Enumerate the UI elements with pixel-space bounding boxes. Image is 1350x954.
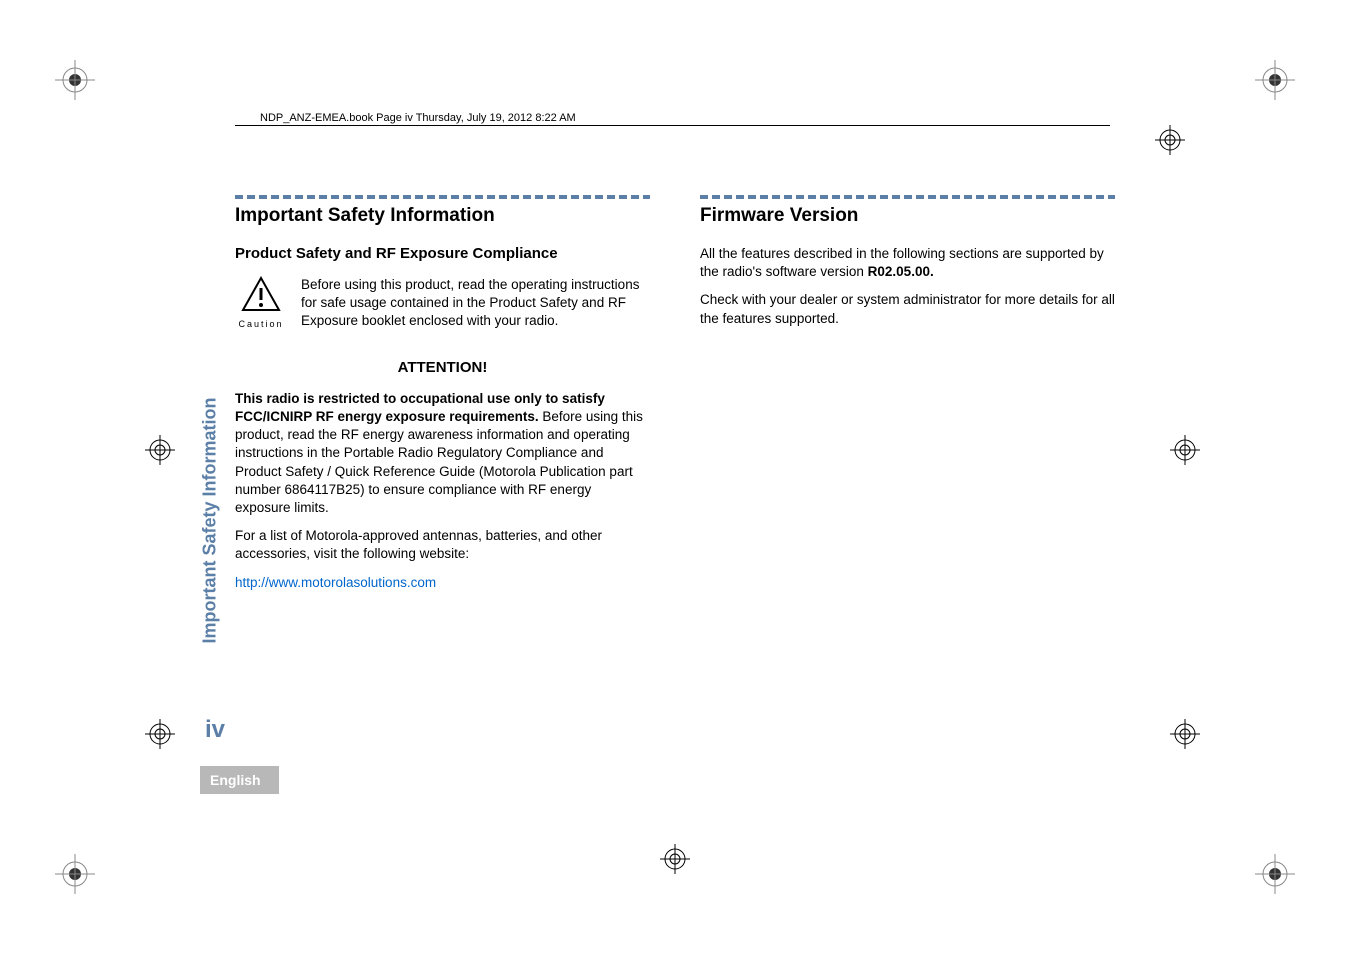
registration-mark-icon (1155, 125, 1185, 155)
accessories-text: For a list of Motorola-approved antennas… (235, 527, 650, 563)
caution-text: Before using this product, read the oper… (301, 276, 650, 331)
registration-mark-icon (660, 844, 690, 874)
firmware-para1: All the features described in the follow… (700, 245, 1115, 281)
attention-rest-text: Before using this product, read the RF e… (235, 409, 643, 515)
attention-heading: ATTENTION! (235, 359, 650, 376)
right-column: Firmware Version All the features descri… (700, 195, 1115, 592)
crop-mark-bottom-right (1255, 854, 1295, 894)
page-number: iv (205, 716, 225, 744)
caution-icon: Caution (235, 276, 287, 331)
content-area: Important Safety Information Product Saf… (235, 195, 1115, 592)
registration-mark-icon (1170, 719, 1200, 749)
crop-mark-bottom-left (55, 854, 95, 894)
motorola-link[interactable]: http://www.motorolasolutions.com (235, 574, 650, 592)
side-tab: Important Safety Information (195, 370, 225, 670)
caution-label: Caution (235, 319, 287, 329)
registration-mark-icon (1170, 435, 1200, 465)
caution-block: Caution Before using this product, read … (235, 276, 650, 331)
firmware-para2: Check with your dealer or system adminis… (700, 291, 1115, 327)
crop-mark-top-right (1255, 60, 1295, 100)
side-tab-text: Important Safety Information (200, 397, 221, 643)
language-tab: English (200, 766, 279, 794)
compliance-subheading: Product Safety and RF Exposure Complianc… (235, 245, 650, 262)
attention-paragraph: This radio is restricted to occupational… (235, 390, 650, 518)
firmware-heading: Firmware Version (700, 205, 1115, 227)
section-divider (700, 195, 1115, 199)
registration-mark-icon (145, 435, 175, 465)
section-divider (235, 195, 650, 199)
registration-mark-icon (145, 719, 175, 749)
header-filename: NDP_ANZ-EMEA.book Page iv Thursday, July… (260, 112, 576, 124)
header-rule (235, 125, 1110, 126)
firmware-version-number: R02.05.00. (868, 264, 934, 279)
crop-mark-top-left (55, 60, 95, 100)
left-column: Important Safety Information Product Saf… (235, 195, 650, 592)
safety-heading: Important Safety Information (235, 205, 650, 227)
